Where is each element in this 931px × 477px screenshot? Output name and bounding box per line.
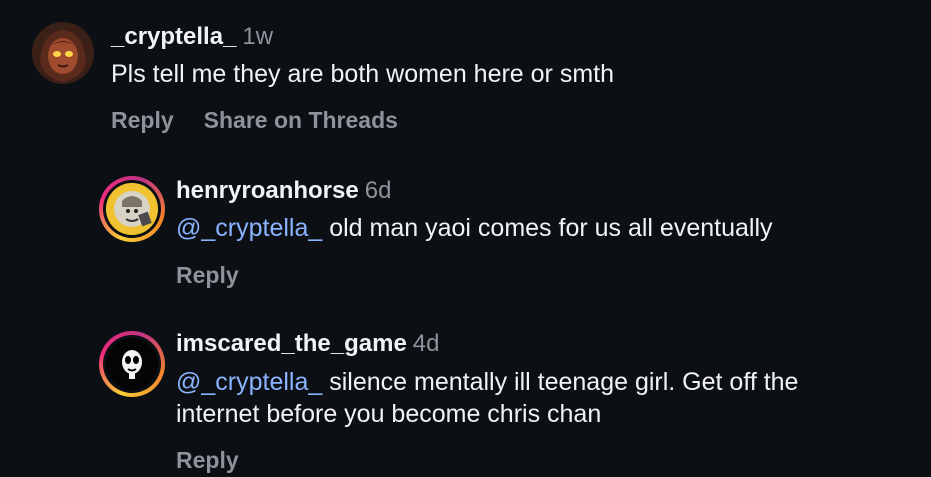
- share-on-threads-button[interactable]: Share on Threads: [204, 107, 398, 133]
- avatar: [106, 338, 158, 390]
- timestamp: 4d: [412, 330, 440, 357]
- reply-button[interactable]: Reply: [111, 107, 174, 133]
- comment-body: silence mentally ill teenage girl. Get o…: [322, 368, 799, 396]
- comment-text: Pls tell me they are both women here or …: [111, 60, 615, 88]
- username[interactable]: _cryptella_: [111, 23, 236, 50]
- comment-text-line: @_cryptella_ silence mentally ill teenag…: [176, 366, 916, 398]
- comment-text: @_cryptella_ silence mentally ill teenag…: [176, 366, 916, 430]
- username[interactable]: imscared_the_game: [176, 330, 407, 357]
- avatar: [106, 183, 158, 235]
- mention-link[interactable]: @_cryptella_: [176, 368, 322, 396]
- comment: imscared_the_game 4d @_cryptella_ silence…: [0, 315, 931, 477]
- story-ring[interactable]: [99, 176, 165, 242]
- comment-header: imscared_the_game 4d: [176, 330, 440, 358]
- comment-header: _cryptella_ 1w: [111, 23, 273, 51]
- mention-link[interactable]: @_cryptella_: [176, 214, 322, 242]
- comment-text-line: internet before you become chris chan: [176, 400, 602, 428]
- avatar-image: [106, 183, 158, 235]
- comment: henryroanhorse 6d @_cryptella_ old man ya…: [0, 160, 931, 310]
- comment: _cryptella_ 1w Pls tell me they are both …: [0, 0, 931, 150]
- timestamp: 6d: [364, 177, 392, 204]
- timestamp: 1w: [242, 23, 274, 50]
- reply-button[interactable]: Reply: [176, 447, 239, 473]
- comment-text: @_cryptella_ old man yaoi comes for us a…: [176, 212, 773, 244]
- comment-header: henryroanhorse 6d: [176, 177, 391, 205]
- username[interactable]: henryroanhorse: [176, 177, 359, 204]
- comment-actions: Reply Share on Threads: [111, 107, 398, 134]
- reply-button[interactable]: Reply: [176, 262, 239, 288]
- avatar-image: [106, 338, 158, 390]
- avatar[interactable]: [32, 22, 94, 84]
- comment-actions: Reply: [176, 262, 239, 289]
- comment-actions: Reply: [176, 447, 239, 474]
- comment-body: old man yaoi comes for us all eventually: [322, 214, 773, 242]
- story-ring[interactable]: [99, 331, 165, 397]
- avatar-image: [32, 22, 94, 84]
